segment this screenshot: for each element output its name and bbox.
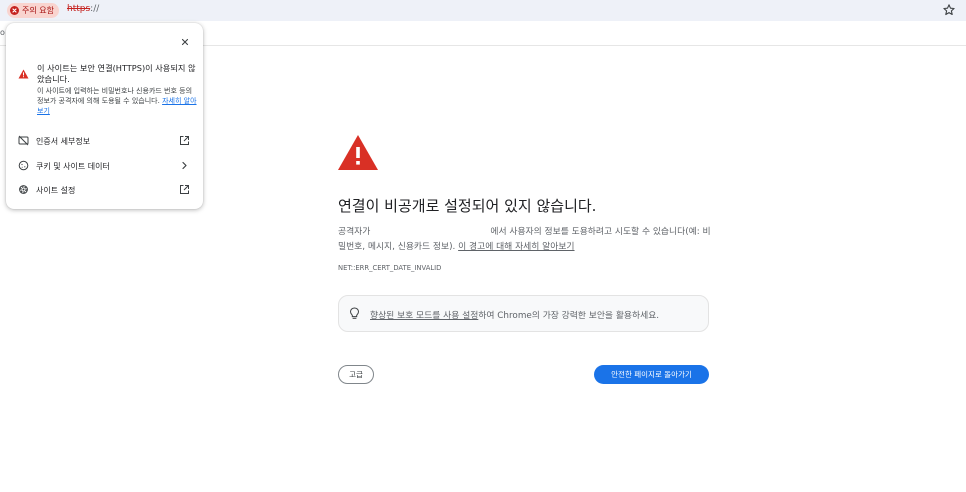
error-icon	[10, 6, 19, 15]
description-prefix: 공격자가	[338, 227, 371, 237]
security-chip-label: 주의 요함	[22, 6, 54, 15]
promo-text: 향상된 보호 모드를 사용 설정하여 Chrome의 가장 강력한 보안을 활용…	[370, 308, 659, 321]
lightbulb-icon	[349, 307, 360, 319]
warning-icon	[18, 69, 29, 79]
cookie-icon	[18, 160, 29, 171]
site-settings-label: 사이트 설정	[36, 186, 76, 195]
error-code: NET::ERR_CERT_DATE_INVALID	[338, 264, 442, 272]
advanced-button[interactable]: 고급	[338, 365, 374, 384]
gear-icon	[19, 185, 28, 194]
warning-description: 공격자가 에서 사용자의 정보를 도용하려고 시도할 수 있습니다(예: 비밀번호…	[338, 225, 718, 255]
learn-more-link[interactable]: 이 경고에 대해 자세히 알아보기	[458, 242, 574, 252]
popup-body: 이 사이트에 입력하는 비밀번호나 신용카드 번호 등의 정보가 공격자에 의해…	[37, 86, 197, 116]
popup-message: 이 사이트는 보안 연결(HTTPS)이 사용되지 않았습니다. 이 사이트에 …	[37, 63, 197, 116]
url-rest: ://	[90, 4, 100, 14]
address-bar: 주의 요함 https://	[0, 0, 966, 21]
star-icon[interactable]	[942, 3, 956, 17]
site-info-popup: 이 사이트는 보안 연결(HTTPS)이 사용되지 않았습니다. 이 사이트에 …	[6, 23, 203, 209]
certificate-icon	[18, 135, 29, 146]
certificate-details-label: 인증서 세부정보	[36, 137, 91, 146]
url-field[interactable]: https://	[67, 4, 99, 14]
back-to-safety-button[interactable]: 안전한 페이지로 돌아가기	[594, 365, 709, 384]
popup-title: 이 사이트는 보안 연결(HTTPS)이 사용되지 않았습니다.	[37, 63, 196, 84]
enhanced-protection-promo: 향상된 보호 모드를 사용 설정하여 Chrome의 가장 강력한 보안을 활용…	[338, 295, 709, 332]
close-icon[interactable]	[179, 36, 191, 48]
external-link-icon	[180, 185, 189, 194]
site-settings-item[interactable]: 사이트 설정	[6, 179, 203, 201]
chevron-right-icon	[182, 161, 187, 170]
promo-rest: 하여 Chrome의 가장 강력한 보안을 활용하세요.	[478, 311, 660, 321]
page-title: 연결이 비공개로 설정되어 있지 않습니다.	[338, 197, 597, 215]
enhanced-protection-link[interactable]: 향상된 보호 모드를 사용 설정	[370, 311, 478, 321]
cookies-site-data-label: 쿠키 및 사이트 데이터	[36, 162, 110, 171]
truncated-text: o	[0, 28, 5, 37]
external-link-icon	[180, 136, 189, 145]
cookies-site-data-item[interactable]: 쿠키 및 사이트 데이터	[6, 155, 203, 177]
certificate-details-item[interactable]: 인증서 세부정보	[6, 130, 203, 152]
security-chip[interactable]: 주의 요함	[7, 3, 59, 18]
warning-triangle-icon	[338, 135, 378, 170]
url-scheme: https	[67, 4, 91, 14]
